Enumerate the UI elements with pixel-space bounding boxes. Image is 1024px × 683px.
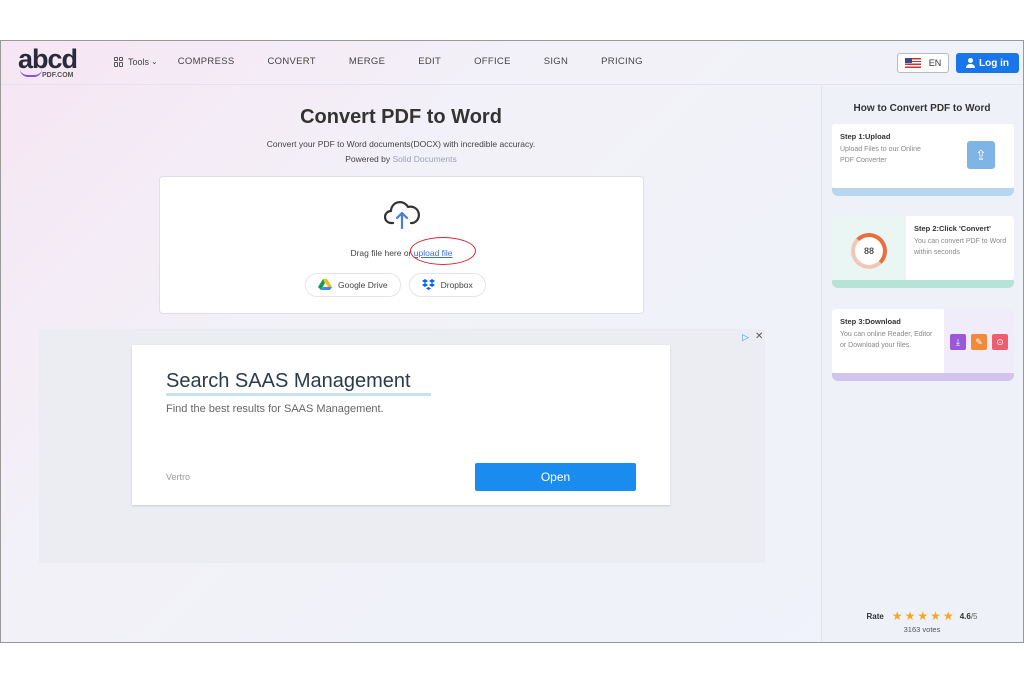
us-flag-icon <box>904 58 921 68</box>
google-drive-label: Google Drive <box>338 280 388 290</box>
logo-smile-icon <box>20 69 42 77</box>
step-3-text: You can online Reader, Editor or Downloa… <box>840 331 933 349</box>
ad-card[interactable]: Search SAAS Management Find the best res… <box>132 345 670 505</box>
google-drive-icon <box>318 279 332 290</box>
ad-title-highlight <box>166 393 431 396</box>
star-icon[interactable]: ★ <box>892 609 903 623</box>
tools-label: Tools <box>128 56 150 67</box>
vote-count: 3163 votes <box>903 625 941 634</box>
rate-label: Rate <box>866 611 884 621</box>
step-1-bar <box>832 188 1014 196</box>
step-3-card: Step 3:Download You can online Reader, E… <box>832 309 1014 373</box>
login-label: Log in <box>979 57 1009 69</box>
chevron-down-icon: ⌄ <box>151 57 158 66</box>
sidebar-title: How to Convert PDF to Word <box>853 103 991 114</box>
powered-by: Powered by Solid Documents <box>1 154 801 164</box>
step-3-visual: ⤓ ✎ ⊙ <box>944 309 1014 373</box>
step-2-card: 88 Step 2:Click 'Convert' You can conver… <box>832 216 1014 280</box>
rating-row: Rate ★ ★ ★ ★ ★ 4.6 /5 <box>822 609 1022 623</box>
step-1-card: Step 1:Upload Upload Files to our Online… <box>832 124 1014 188</box>
powered-prefix: Powered by <box>345 154 391 164</box>
nav-compress[interactable]: COMPRESS <box>178 56 235 67</box>
tools-menu[interactable]: Tools ⌄ <box>114 56 158 67</box>
dropbox-button[interactable]: Dropbox <box>408 273 486 297</box>
nav-office[interactable]: OFFICE <box>474 56 511 67</box>
step-1-text: Upload Files to our Online PDF Converter <box>840 146 921 164</box>
dropbox-label: Dropbox <box>440 280 473 290</box>
browser-page: abcd PDF.COM Tools ⌄ COMPRESS CONVERT ME… <box>0 40 1024 643</box>
drag-text: Drag file here or <box>350 248 412 258</box>
step-2-label: Step 2:Click 'Convert' <box>914 224 991 233</box>
ad-choices-icon[interactable]: ▷ <box>742 332 749 343</box>
ad-open-button[interactable]: Open <box>475 463 636 491</box>
step-3-bar <box>832 373 1014 381</box>
step-1-label: Step 1:Upload <box>840 132 891 141</box>
upload-dropzone[interactable]: Drag file here or upload file Google Dri… <box>159 176 644 314</box>
logo-text: abcd <box>18 44 78 74</box>
nav-edit[interactable]: EDIT <box>418 56 441 67</box>
rating-value: 4.6 <box>959 611 971 621</box>
ad-container: ▷ ✕ Search SAAS Management Find the best… <box>39 329 765 563</box>
close-icon[interactable]: ✕ <box>755 331 763 342</box>
star-icon[interactable]: ★ <box>930 609 941 623</box>
top-nav-bar: abcd PDF.COM Tools ⌄ COMPRESS CONVERT ME… <box>1 41 1023 85</box>
page-description: Convert your PDF to Word documents(DOCX)… <box>266 139 536 149</box>
nav-sign[interactable]: SIGN <box>544 56 568 67</box>
nav-merge[interactable]: MERGE <box>349 56 385 67</box>
logo-domain: PDF.COM <box>42 72 74 79</box>
star-icon[interactable]: ★ <box>917 609 928 623</box>
grid-icon <box>114 56 124 67</box>
star-icon[interactable]: ★ <box>943 609 954 623</box>
main-content: Convert PDF to Word Convert your PDF to … <box>1 86 806 642</box>
progress-gauge: 88 <box>851 233 887 269</box>
step-2-text: You can convert PDF to Word within secon… <box>914 238 1007 256</box>
nav-pricing[interactable]: PRICING <box>601 56 643 67</box>
how-to-sidebar: How to Convert PDF to Word Step 1:Upload… <box>821 86 1022 642</box>
ad-title[interactable]: Search SAAS Management <box>166 370 411 393</box>
step-2-bar <box>832 280 1014 288</box>
rating-max: /5 <box>970 611 978 621</box>
ad-brand: Vertro <box>166 472 191 482</box>
user-icon <box>966 58 975 68</box>
abcd-logo[interactable]: abcd PDF.COM <box>18 44 88 81</box>
reader-icon: ⤓ <box>950 334 966 350</box>
nav-convert[interactable]: CONVERT <box>268 56 316 67</box>
editor-icon: ✎ <box>971 334 987 350</box>
drag-instruction: Drag file here or upload file <box>160 248 643 258</box>
cloud-source-buttons: Google Drive Dropbox <box>305 273 494 297</box>
dropbox-icon <box>421 279 435 290</box>
step-3-label: Step 3:Download <box>840 317 901 326</box>
step-2-visual: 88 <box>832 216 906 280</box>
annotation-circle <box>410 237 476 265</box>
star-icon[interactable]: ★ <box>905 609 916 623</box>
ad-subtitle: Find the best results for SAAS Managemen… <box>166 403 384 415</box>
main-nav: Tools ⌄ COMPRESS CONVERT MERGE EDIT OFFI… <box>114 56 676 67</box>
cloud-upload-icon <box>384 201 420 230</box>
google-drive-button[interactable]: Google Drive <box>305 273 401 297</box>
download-icon: ⊙ <box>992 334 1008 350</box>
language-label: EN <box>928 58 942 68</box>
page-title: Convert PDF to Word <box>300 106 502 128</box>
upload-icon: ⇪ <box>967 141 995 169</box>
powered-link[interactable]: Solid Documents <box>393 154 457 164</box>
login-button[interactable]: Log in <box>956 53 1019 73</box>
language-selector[interactable]: EN <box>897 53 949 73</box>
